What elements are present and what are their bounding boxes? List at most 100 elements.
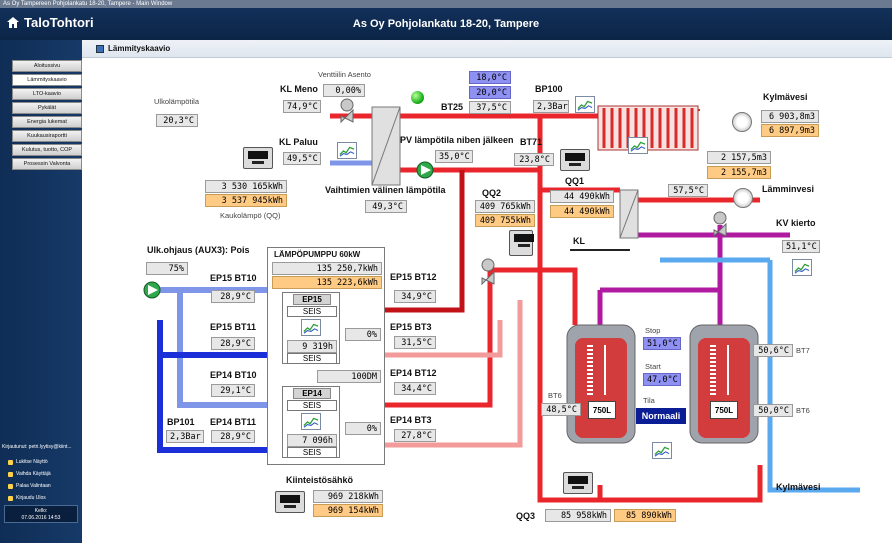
value-ep15-bt3: 31,5°C [394,336,436,349]
label-kylmavesi-bottom: Kylmävesi [776,482,821,492]
label-venttiilin-asento: Venttiilin Asento [318,70,371,79]
ep15-title: EP15 [293,294,331,305]
label-tila: Tila [643,396,655,405]
tank-left [566,324,636,444]
value-vaihtimien: 49,3°C [365,200,407,213]
label-bt71: BT71 [520,137,543,147]
label-kv-kierto: KV kierto [776,218,816,228]
ep14-title: EP14 [293,388,331,399]
value-kl-meno: 74,9°C [283,100,321,113]
status-led [411,91,424,104]
label-stop: Stop [645,326,661,335]
label-ulkolampotila: Ulkolämpötila [154,97,200,106]
heat-exchanger-2 [619,189,639,239]
value-qq1-a: 44 490kWh [550,190,614,203]
value-ep15-bt11: 28,9°C [211,337,255,350]
value-qq3-b: 85 890kWh [614,509,676,522]
ep14-status-bottom: SEIS [287,447,337,458]
label-kl: KL [573,236,585,246]
label-ep15-bt11: EP15 BT11 [210,322,257,332]
value-ep14-bt11: 28,9°C [211,430,255,443]
value-ep15-bt12: 34,9°C [394,290,436,303]
value-ep14-hours: 7 096h [287,434,337,447]
label-ulk-ohjaus: Ulk.ohjaus (AUX3): Pois [147,245,250,255]
value-kiint-b: 969 154kWh [313,504,383,517]
value-bt6-right: 50,0°C [753,404,793,417]
ep15-unit[interactable]: EP15 SEIS 9 319h SEIS [282,292,340,364]
value-kiint-a: 969 218kWh [313,490,383,503]
value-kl-paluu: 49,5°C [283,152,321,165]
label-lamminvesi: Lämminvesi [762,184,815,194]
value-bp101: 2,3Bar [166,430,204,443]
value-stop[interactable]: 51,0°C [643,337,681,350]
value-bt25-a: 18,0°C [469,71,511,84]
value-start[interactable]: 47,0°C [643,373,681,386]
ep15-status-top: SEIS [287,306,337,317]
label-ep14-bt3: EP14 BT3 [390,415,432,425]
energy-meter-qq2 [509,230,534,256]
value-ulk-pct: 75% [146,262,188,275]
value-kaukolampo-b: 3 537 945kWh [205,194,287,207]
value-ep14-bt12: 34,4°C [394,382,436,395]
value-ep15-hours: 9 319h [287,340,337,353]
value-hp-a: 135 250,7kWh [272,262,382,275]
electricity-meter [275,491,305,513]
value-ep15-pct: 0% [345,328,381,341]
label-bt7: BT7 [796,346,810,355]
label-lampopumppu: LÄMPÖPUMPPU 60kW [274,250,361,259]
value-qq1-b: 44 490kWh [550,205,614,218]
radiator [597,105,699,151]
value-venttiili: 0,00% [323,84,365,97]
value-kv-kierto: 51,1°C [782,240,820,253]
trend-chart-icon[interactable] [652,442,672,459]
trend-chart-icon[interactable] [301,413,321,430]
pipe-tank-in [490,267,578,325]
value-bt71: 23,8°C [514,153,554,166]
label-kiinteistosahko: Kiinteistösähkö [286,475,354,485]
energy-meter-kl [243,147,273,169]
label-bp100: BP100 [535,84,563,94]
value-bp100: 2,3Bar [533,100,569,113]
label-start: Start [645,362,661,371]
value-ep15-bt10: 28,9°C [211,290,255,303]
label-ep15-bt3: EP15 BT3 [390,322,432,332]
value-bt6-left: 48,5°C [541,403,581,416]
label-kl-meno: KL Meno [280,84,318,94]
heating-diagram [143,98,860,503]
label-bt25: BT25 [441,102,464,112]
label-qq2: QQ2 [482,188,502,198]
trend-chart-icon[interactable] [575,96,595,113]
label-kl-paluu: KL Paluu [279,137,318,147]
ep15-status-bottom: SEIS [287,353,337,364]
label-kaukolampo: Kaukolämpö (QQ) [220,211,281,220]
label-ep14-bt10: EP14 BT10 [210,370,257,380]
label-qq1: QQ1 [565,176,585,186]
label-ep15-bt12: EP15 BT12 [390,272,437,282]
trend-chart-icon[interactable] [792,259,812,276]
value-ep14-pct: 0% [345,422,381,435]
trend-chart-icon[interactable] [337,142,357,159]
label-vaihtimien: Vaihtimien välinen lämpötila [325,185,446,195]
value-hp-b: 135 223,6kWh [272,276,382,289]
value-bt25-c: 37,5°C [469,101,511,114]
label-bp101: BP101 [167,417,195,427]
label-pv-lampotila: PV lämpötila niben jälkeen [400,135,514,145]
value-kaukolampo-a: 3 530 165kWh [205,180,287,193]
value-bt25-b: 20,0°C [469,86,511,99]
ep14-unit[interactable]: EP14 SEIS 7 096h SEIS [282,386,340,458]
value-ep14-bt10: 29,1°C [211,384,255,397]
label-bt6-left: BT6 [548,391,562,400]
pipe-kylmavesi [767,260,860,493]
value-qq3-a: 85 958kWh [545,509,611,522]
value-lamminvesi: 57,5°C [668,184,708,197]
value-qq2-a: 409 765kWh [475,200,535,213]
trend-chart-icon[interactable] [301,319,321,336]
value-dm: 100DM [317,370,381,383]
label-ep14-bt12: EP14 BT12 [390,368,437,378]
tank-right-volume: 750L [710,401,738,419]
value-lamminvesi-meter-b: 2 155,7m3 [707,166,771,179]
value-pv: 35,0°C [435,150,473,163]
label-qq3: QQ3 [516,511,536,521]
trend-chart-icon[interactable] [628,137,648,154]
tank-left-volume: 750L [588,401,616,419]
